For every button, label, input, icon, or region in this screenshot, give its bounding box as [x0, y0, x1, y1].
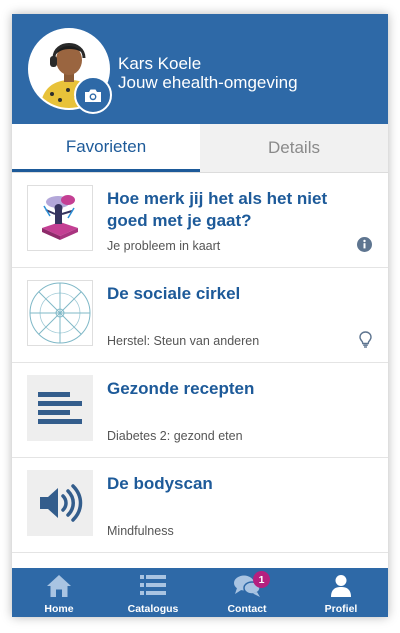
nav-label: Profiel	[324, 603, 358, 615]
item-title: Gezonde recepten	[107, 379, 255, 398]
nav-home[interactable]: Home	[12, 568, 106, 617]
tab-favorieten[interactable]: Favorieten	[12, 124, 200, 172]
tab-details[interactable]: Details	[200, 124, 388, 172]
user-icon	[331, 575, 351, 597]
item-subtitle: Mindfulness	[107, 524, 174, 538]
item-subtitle: Je probleem in kaart	[107, 239, 221, 253]
user-subtitle: Jouw ehealth-omgeving	[118, 73, 298, 92]
notification-badge: 1	[253, 571, 270, 588]
bottom-nav: Home Catalogus 1 Contact Profiel	[12, 568, 388, 617]
lightbulb-icon[interactable]	[359, 331, 372, 348]
favorites-list: Hoe merk jij het als het niet goed met j…	[12, 173, 388, 553]
list-item[interactable]: De sociale cirkel Herstel: Steun van and…	[12, 268, 388, 363]
camera-icon	[85, 89, 101, 102]
list-icon	[140, 575, 166, 595]
user-name: Kars Koele	[118, 54, 202, 73]
app-frame: Kars Koele Jouw ehealth-omgeving Favorie…	[12, 14, 388, 617]
nav-label: Contact	[227, 603, 267, 615]
speaker-icon	[40, 484, 83, 522]
item-subtitle: Diabetes 2: gezond eten	[107, 429, 243, 443]
nav-label: Home	[44, 603, 74, 615]
item-title: De sociale cirkel	[107, 284, 241, 303]
nav-label: Catalogus	[127, 603, 179, 615]
profile-header: Kars Koele Jouw ehealth-omgeving	[12, 14, 388, 124]
item-subtitle: Herstel: Steun van anderen	[107, 334, 260, 348]
text-lines-icon	[38, 392, 82, 424]
nav-contact[interactable]: 1 Contact	[200, 568, 294, 617]
camera-button[interactable]	[74, 76, 112, 114]
list-item[interactable]: De bodyscan Mindfulness	[12, 458, 388, 553]
nav-profiel[interactable]: Profiel	[294, 568, 388, 617]
list-item[interactable]: Hoe merk jij het als het niet goed met j…	[12, 173, 388, 268]
info-icon[interactable]	[357, 237, 372, 252]
tab-bar: Favorieten Details	[12, 124, 388, 173]
item-thumbnail	[27, 375, 93, 441]
list-item[interactable]: Gezonde recepten Diabetes 2: gezond eten	[12, 363, 388, 458]
item-thumbnail	[27, 280, 93, 346]
nav-catalogus[interactable]: Catalogus	[106, 568, 200, 617]
home-icon	[47, 575, 71, 597]
item-thumbnail	[27, 470, 93, 536]
item-title: Hoe merk jij het als het niet goed met j…	[107, 189, 328, 230]
item-title: De bodyscan	[107, 474, 213, 493]
item-thumbnail	[27, 185, 93, 251]
